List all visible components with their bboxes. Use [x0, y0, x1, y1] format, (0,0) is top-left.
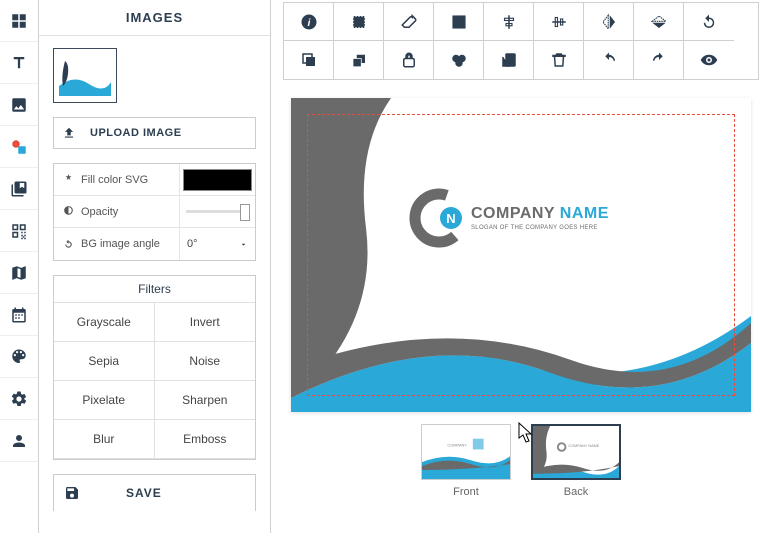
- filter-noise[interactable]: Noise: [155, 342, 256, 381]
- page-back[interactable]: COMPANY NAME Back: [531, 424, 621, 498]
- sidebar-map[interactable]: [0, 252, 38, 294]
- bg-angle-select[interactable]: 0°: [179, 228, 255, 260]
- tool-info[interactable]: i: [284, 3, 334, 41]
- tool-copy[interactable]: [484, 41, 534, 79]
- sidebar-grid[interactable]: [0, 0, 38, 42]
- svg-text:COMPANY: COMPANY: [447, 443, 467, 448]
- tool-delete[interactable]: [534, 41, 584, 79]
- tool-preview[interactable]: [684, 41, 734, 79]
- page-navigation: COMPANY Front COMPANY NAME Back: [283, 424, 759, 498]
- tool-reset-icon[interactable]: [684, 3, 734, 41]
- tool-flip-h[interactable]: [584, 3, 634, 41]
- filter-pixelate[interactable]: Pixelate: [54, 381, 155, 420]
- sidebar-calendar[interactable]: [0, 294, 38, 336]
- svg-text:COMPANY NAME: COMPANY NAME: [471, 205, 609, 222]
- filter-invert[interactable]: Invert: [155, 303, 256, 342]
- sidebar-user[interactable]: [0, 420, 38, 462]
- card-artwork: N COMPANY NAME SLOGAN OF THE COMPANY GOE…: [291, 98, 751, 412]
- tool-align-hcenter[interactable]: [484, 3, 534, 41]
- panel-title: IMAGES: [39, 0, 270, 36]
- upload-image-button[interactable]: UPLOAD IMAGE: [53, 117, 256, 149]
- sidebar-shapes[interactable]: [0, 126, 38, 168]
- page-front-label: Front: [421, 486, 511, 498]
- sidebar-image[interactable]: [0, 84, 38, 126]
- filter-sepia[interactable]: Sepia: [54, 342, 155, 381]
- image-thumbnail[interactable]: [53, 48, 117, 103]
- filters-grid: Grayscale Invert Sepia Noise Pixelate Sh…: [54, 303, 255, 459]
- design-canvas[interactable]: N COMPANY NAME SLOGAN OF THE COMPANY GOE…: [291, 98, 751, 412]
- sidebar-qr[interactable]: [0, 210, 38, 252]
- save-button[interactable]: SAVE: [53, 474, 256, 511]
- save-label: SAVE: [126, 486, 162, 500]
- tool-undo[interactable]: [584, 41, 634, 79]
- tool-duplicate[interactable]: [284, 41, 334, 79]
- opacity-label: Opacity: [81, 206, 118, 218]
- opacity-slider[interactable]: [179, 196, 255, 227]
- tool-select[interactable]: [334, 3, 384, 41]
- filters-section: Filters Grayscale Invert Sepia Noise Pix…: [53, 275, 256, 460]
- tool-flip-v[interactable]: [634, 3, 684, 41]
- filter-emboss[interactable]: Emboss: [155, 420, 256, 459]
- canvas-area: N COMPANY NAME SLOGAN OF THE COMPANY GOE…: [283, 98, 759, 412]
- page-front[interactable]: COMPANY Front: [421, 424, 511, 498]
- fill-color-control[interactable]: [179, 164, 255, 195]
- sidebar-text[interactable]: [0, 42, 38, 84]
- tool-lock[interactable]: [384, 41, 434, 79]
- workspace: i: [271, 0, 771, 533]
- sidebar-library[interactable]: [0, 168, 38, 210]
- upload-label: UPLOAD IMAGE: [90, 127, 182, 139]
- filters-title: Filters: [54, 276, 255, 303]
- svg-text:N: N: [446, 211, 455, 226]
- tool-group[interactable]: [434, 41, 484, 79]
- tool-sidebar: [0, 0, 39, 533]
- page-back-label: Back: [531, 486, 621, 498]
- image-properties: Fill color SVG Opacity BG image angle 0°: [53, 163, 256, 261]
- filter-grayscale[interactable]: Grayscale: [54, 303, 155, 342]
- main-toolbar: i: [283, 2, 759, 80]
- filter-sharpen[interactable]: Sharpen: [155, 381, 256, 420]
- filter-blur[interactable]: Blur: [54, 420, 155, 459]
- fill-svg-label: Fill color SVG: [81, 174, 148, 186]
- sidebar-brush[interactable]: [0, 336, 38, 378]
- svg-text:SLOGAN OF THE COMPANY GOES HER: SLOGAN OF THE COMPANY GOES HERE: [471, 225, 598, 231]
- tool-grid-toggle[interactable]: [434, 3, 484, 41]
- bg-angle-label: BG image angle: [81, 238, 160, 250]
- tool-layers[interactable]: [334, 41, 384, 79]
- sidebar-settings[interactable]: [0, 378, 38, 420]
- tool-align-vcenter[interactable]: [534, 3, 584, 41]
- svg-text:COMPANY NAME: COMPANY NAME: [568, 444, 599, 448]
- properties-panel: IMAGES UPLOAD IMAGE Fill color SVG Opaci…: [39, 0, 271, 533]
- tool-eraser[interactable]: [384, 3, 434, 41]
- tool-redo[interactable]: [634, 41, 684, 79]
